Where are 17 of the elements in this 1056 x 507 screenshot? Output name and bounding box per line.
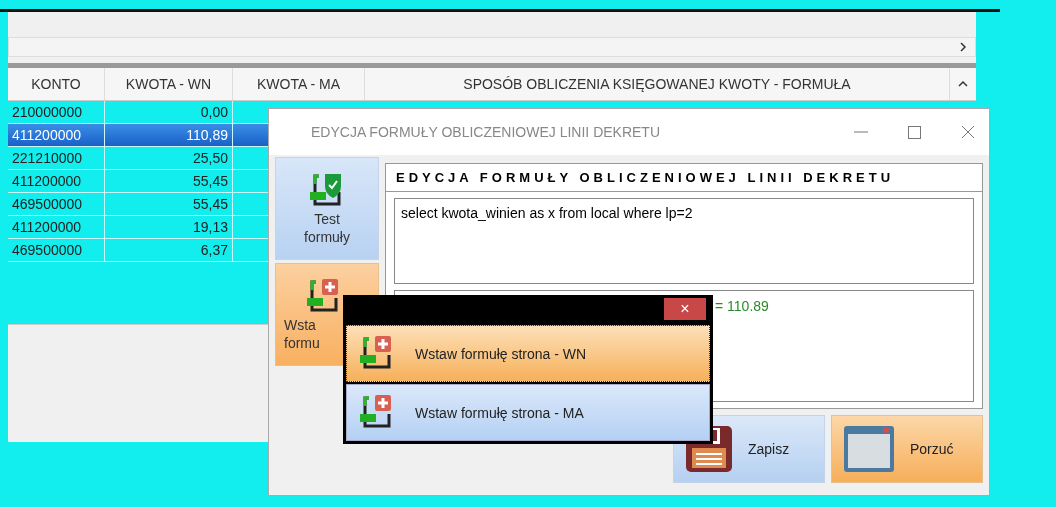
table-cell: 0,00: [105, 101, 233, 123]
table-cell: 411200000: [8, 124, 105, 146]
table-cell: 55,45: [105, 193, 233, 215]
table-cell: 25,50: [105, 147, 233, 169]
table-cell: 411200000: [8, 216, 105, 238]
table-cell: 210000000: [8, 101, 105, 123]
window-title: EDYCJA FORMUŁY OBLICZENIOWEJ LINII DEKRETU: [311, 124, 661, 140]
table-cell: 19,13: [105, 216, 233, 238]
table-cell: 469500000: [8, 193, 105, 215]
table-cell: 411200000: [8, 170, 105, 192]
table-cell: 55,45: [105, 170, 233, 192]
table-cell: 221210000: [8, 147, 105, 169]
table-cell: 469500000: [8, 239, 105, 261]
table-cell: 6,37: [105, 239, 233, 261]
result-text: = 110.89: [715, 298, 769, 314]
panel-header: EDYCJA FORMUŁY OBLICZENIOWEJ LINII DEKRETU: [386, 164, 982, 192]
table-cell: 110,89: [105, 124, 233, 146]
